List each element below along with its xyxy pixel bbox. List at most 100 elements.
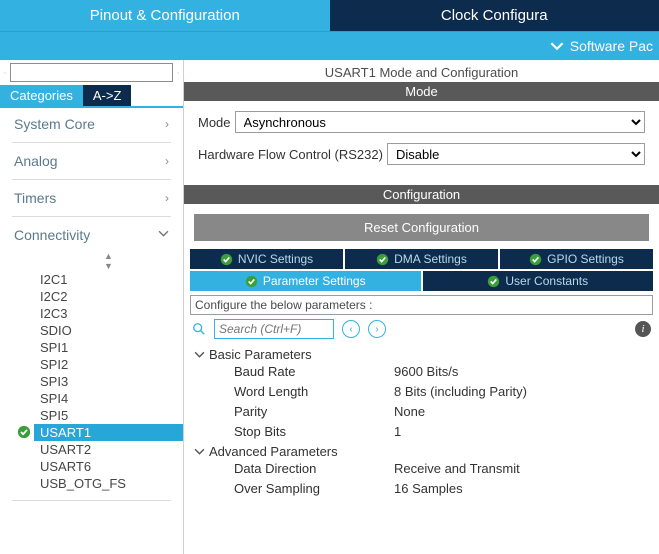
tab-a-to-z[interactable]: A->Z: [83, 85, 132, 106]
param-group-advanced-parameters[interactable]: Advanced Parameters: [194, 444, 649, 459]
cfg-tab-label: DMA Settings: [394, 252, 467, 266]
check-icon: [376, 253, 389, 266]
tab-pinout-config[interactable]: Pinout & Configuration: [0, 0, 330, 31]
software-packs-label: Software Pac: [570, 38, 653, 54]
param-group-title: Basic Parameters: [209, 347, 312, 362]
scroll-indicator-icon: ▲▼: [34, 251, 183, 271]
divider: [12, 500, 171, 501]
sidebar-item-spi5[interactable]: SPI5: [34, 407, 183, 424]
sidebar-item-usart2[interactable]: USART2: [34, 441, 183, 458]
tab-clock-config[interactable]: Clock Configura: [330, 0, 659, 31]
param-key: Stop Bits: [234, 422, 394, 442]
chevron-down-icon: [194, 446, 205, 457]
cfg-tab-dma-settings[interactable]: DMA Settings: [345, 249, 498, 269]
param-value: 8 Bits (including Parity): [394, 382, 527, 402]
chevron-down-icon: [194, 349, 205, 360]
sidebar-item-usart6[interactable]: USART6: [34, 458, 183, 475]
cfg-tab-user-constants[interactable]: User Constants: [423, 271, 654, 291]
cfg-tab-label: GPIO Settings: [547, 252, 624, 266]
chevron-down-icon: [550, 39, 564, 53]
param-row[interactable]: Stop Bits1: [194, 422, 649, 442]
param-tree: Basic ParametersBaud Rate9600 Bits/sWord…: [184, 341, 659, 509]
param-value: 16 Samples: [394, 479, 463, 499]
chevron-right-icon: ›: [165, 117, 169, 131]
param-group-title: Advanced Parameters: [209, 444, 338, 459]
param-row[interactable]: Baud Rate9600 Bits/s: [194, 362, 649, 382]
param-value: 1: [394, 422, 401, 442]
group-system-core[interactable]: System Core ›: [0, 108, 183, 140]
chevron-right-icon: ›: [165, 154, 169, 168]
check-icon: [220, 253, 233, 266]
param-row[interactable]: ParityNone: [194, 402, 649, 422]
param-row[interactable]: Word Length8 Bits (including Parity): [194, 382, 649, 402]
check-icon: [487, 275, 500, 288]
mode-bar: Mode: [184, 82, 659, 101]
tab-categories[interactable]: Categories: [0, 85, 83, 106]
divider: [12, 142, 171, 143]
sidebar-item-i2c1[interactable]: I2C1: [34, 271, 183, 288]
config-tabs: NVIC Settings DMA Settings GPIO Settings Pa…: [184, 249, 659, 291]
param-row[interactable]: Data DirectionReceive and Transmit: [194, 459, 649, 479]
check-icon: [245, 275, 258, 288]
sidebar-item-spi2[interactable]: SPI2: [34, 356, 183, 373]
chevron-right-icon: ›: [165, 191, 169, 205]
param-key: Data Direction: [234, 459, 394, 479]
left-panel: Categories A->Z System Core › Analog › T…: [0, 60, 184, 554]
params-header: Configure the below parameters :: [190, 295, 653, 315]
sidebar-item-i2c3[interactable]: I2C3: [34, 305, 183, 322]
group-label: Analog: [14, 153, 58, 169]
sidebar-item-usb_otg_fs[interactable]: USB_OTG_FS: [34, 475, 183, 492]
sidebar-item-spi3[interactable]: SPI3: [34, 373, 183, 390]
panel-title: USART1 Mode and Configuration: [184, 60, 659, 82]
cfg-tab-label: Parameter Settings: [263, 274, 366, 288]
next-match-button[interactable]: ›: [368, 320, 386, 338]
cfg-tab-label: NVIC Settings: [238, 252, 313, 266]
reset-configuration-button[interactable]: Reset Configuration: [194, 214, 649, 241]
sidebar-item-usart1[interactable]: USART1: [34, 424, 183, 441]
param-key: Word Length: [234, 382, 394, 402]
check-icon: [17, 425, 31, 439]
param-value: Receive and Transmit: [394, 459, 520, 479]
divider: [12, 179, 171, 180]
category-search-input[interactable]: [10, 63, 173, 82]
group-label: Timers: [14, 190, 56, 206]
param-key: Over Sampling: [234, 479, 394, 499]
connectivity-items: ▲▼ I2C1I2C2I2C3SDIOSPI1SPI2SPI3SPI4SPI5U…: [0, 251, 183, 498]
software-packs-bar[interactable]: Software Pac: [0, 31, 659, 60]
prev-match-button[interactable]: ‹: [342, 320, 360, 338]
divider: [12, 216, 171, 217]
param-row[interactable]: Over Sampling16 Samples: [194, 479, 649, 499]
sidebar-item-i2c2[interactable]: I2C2: [34, 288, 183, 305]
check-icon: [529, 253, 542, 266]
gear-icon[interactable]: [177, 65, 179, 81]
param-value: 9600 Bits/s: [394, 362, 458, 382]
group-label: System Core: [14, 116, 95, 132]
sidebar-item-spi1[interactable]: SPI1: [34, 339, 183, 356]
group-analog[interactable]: Analog ›: [0, 145, 183, 177]
chevron-down-icon: [158, 228, 169, 242]
right-panel: USART1 Mode and Configuration Mode Mode …: [184, 60, 659, 554]
configuration-bar: Configuration: [184, 185, 659, 204]
cfg-tab-nvic-settings[interactable]: NVIC Settings: [190, 249, 343, 269]
group-timers[interactable]: Timers ›: [0, 182, 183, 214]
group-label: Connectivity: [14, 227, 90, 243]
hwfc-select[interactable]: Disable: [387, 143, 645, 165]
hwfc-label: Hardware Flow Control (RS232): [198, 147, 383, 162]
info-icon[interactable]: i: [635, 321, 651, 337]
cfg-tab-gpio-settings[interactable]: GPIO Settings: [500, 249, 653, 269]
sidebar-item-spi4[interactable]: SPI4: [34, 390, 183, 407]
param-key: Baud Rate: [234, 362, 394, 382]
category-groups: System Core › Analog › Timers › Connecti…: [0, 108, 183, 503]
sidebar-item-sdio[interactable]: SDIO: [34, 322, 183, 339]
search-icon: [192, 322, 206, 336]
param-search-input[interactable]: [214, 319, 334, 339]
group-connectivity[interactable]: Connectivity: [0, 219, 183, 251]
param-group-basic-parameters[interactable]: Basic Parameters: [194, 347, 649, 362]
param-key: Parity: [234, 402, 394, 422]
mode-label: Mode: [198, 115, 231, 130]
mode-select[interactable]: Asynchronous: [235, 111, 645, 133]
cfg-tab-label: User Constants: [505, 274, 588, 288]
param-value: None: [394, 402, 425, 422]
cfg-tab-parameter-settings[interactable]: Parameter Settings: [190, 271, 421, 291]
search-icon: [4, 66, 6, 80]
